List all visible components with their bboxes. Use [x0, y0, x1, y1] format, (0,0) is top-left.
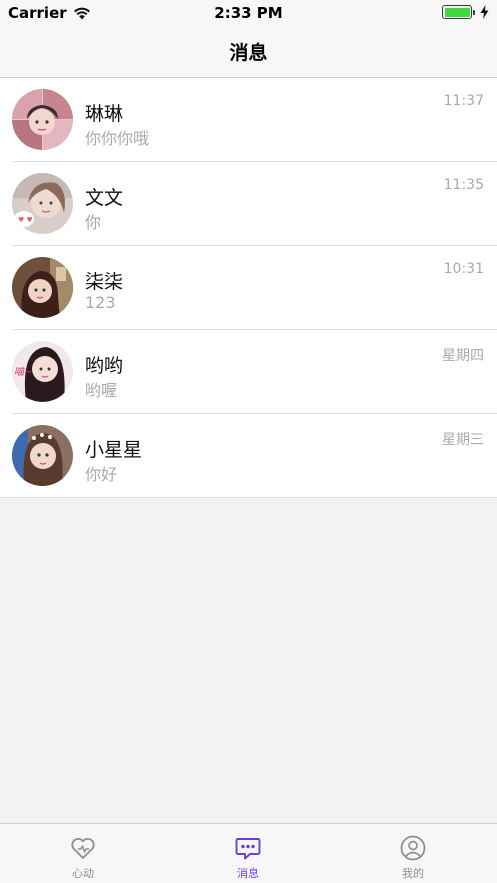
- message-preview: 你: [85, 213, 102, 232]
- message-time: 星期四: [442, 348, 484, 364]
- message-preview: 哟喔: [85, 381, 118, 400]
- conversation-row-qiqi[interactable]: 柒柒 123 10:31: [0, 246, 497, 330]
- contact-name: 哟哟: [85, 355, 124, 377]
- message-preview: 你好: [85, 465, 118, 484]
- status-bar: Carrier 2:33 PM: [0, 0, 497, 26]
- heart-icon: [71, 837, 95, 859]
- clock: 2:33 PM: [214, 4, 283, 22]
- page-title: 消息: [229, 42, 268, 64]
- contact-name: 小星星: [85, 439, 143, 461]
- battery-indicator: [442, 5, 489, 19]
- charging-bolt-icon: [480, 5, 489, 19]
- tab-profile[interactable]: 我的: [373, 824, 453, 883]
- avatar: [12, 89, 73, 150]
- contact-name: 文文: [85, 187, 124, 209]
- conversation-row-linlin[interactable]: 琳琳 你你你哦 11:37: [0, 78, 497, 162]
- contact-name: 琳琳: [85, 103, 124, 125]
- profile-icon: [400, 835, 426, 861]
- contact-name: 柒柒: [85, 271, 124, 293]
- message-time: 星期三: [442, 432, 484, 448]
- messages-screen: Carrier 2:33 PM 消息 琳琳 你你你哦 11:37 ♥ ♥ 文文 …: [0, 0, 497, 883]
- conversation-row-wenwen[interactable]: ♥ ♥ 文文 你 11:35: [0, 162, 497, 246]
- avatar: [12, 425, 73, 486]
- message-time: 11:35: [443, 177, 484, 193]
- svg-text:喵~: 喵~: [14, 366, 32, 378]
- tab-label: 心动: [72, 867, 94, 880]
- avatar: [12, 257, 73, 318]
- message-time: 10:31: [443, 261, 484, 277]
- battery-icon: [442, 5, 475, 19]
- tab-bar: 心动 消息 我的: [0, 823, 497, 883]
- tab-label: 消息: [237, 867, 259, 880]
- message-preview: 123: [85, 293, 116, 312]
- conversation-list: 琳琳 你你你哦 11:37 ♥ ♥ 文文 你 11:35 柒柒 123 10:3…: [0, 78, 497, 498]
- avatar: ♥ ♥: [12, 173, 73, 234]
- svg-text:♥ ♥: ♥ ♥: [18, 216, 33, 224]
- message-time: 11:37: [443, 93, 484, 109]
- tab-messages[interactable]: 消息: [208, 824, 288, 883]
- avatar: 喵~: [12, 341, 73, 402]
- tab-label: 我的: [402, 867, 424, 880]
- message-preview: 你你你哦: [85, 129, 150, 148]
- navigation-bar: 消息: [0, 26, 497, 78]
- conversation-row-xiaoxingxing[interactable]: 小星星 你好 星期三: [0, 414, 497, 498]
- tab-heart[interactable]: 心动: [43, 824, 123, 883]
- conversation-row-youyou[interactable]: 喵~ 哟哟 哟喔 星期四: [0, 330, 497, 414]
- chat-bubble-icon: [235, 838, 261, 860]
